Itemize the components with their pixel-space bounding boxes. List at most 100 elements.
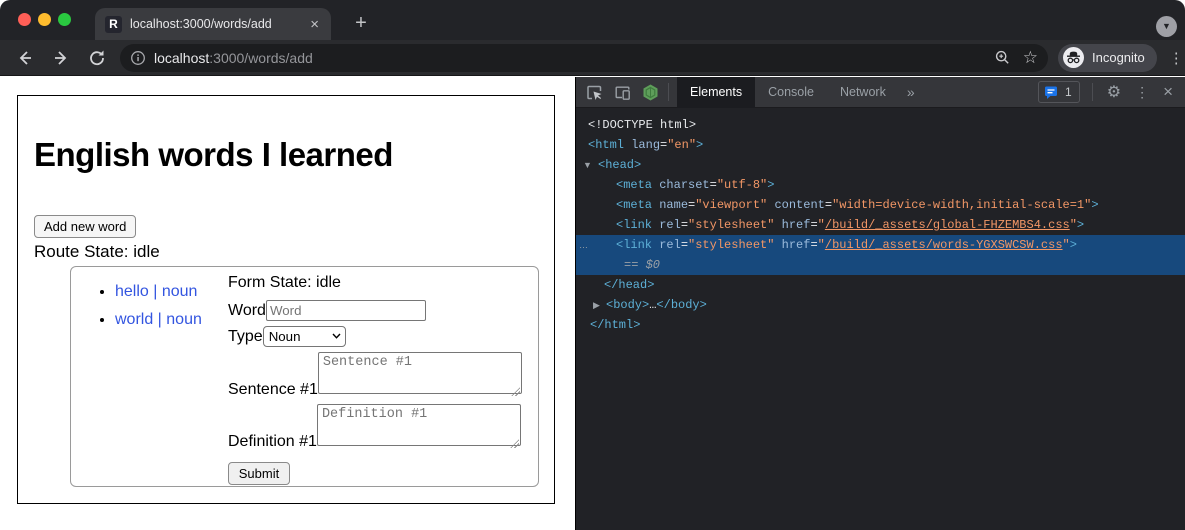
devtools-panel: Elements Console Network » 1 ⚙ ⋮ × <!DOC… xyxy=(575,77,1185,530)
toolbar-divider xyxy=(1092,83,1093,101)
definition-textarea[interactable] xyxy=(317,404,521,446)
chevron-down-icon[interactable]: ▼ xyxy=(1156,16,1177,37)
tab-network[interactable]: Network xyxy=(827,77,899,108)
new-tab-button[interactable]: + xyxy=(348,10,374,36)
code-line[interactable]: <link rel="stylesheet" href="/build/_ass… xyxy=(576,215,1185,235)
bookmark-star-icon[interactable]: ☆ xyxy=(1023,49,1038,66)
incognito-spy-icon xyxy=(1062,46,1085,69)
code-token: = xyxy=(681,218,688,232)
issues-count: 1 xyxy=(1065,85,1072,99)
code-token: <meta xyxy=(616,198,652,212)
address-bar[interactable]: localhost:3000/words/add ☆ xyxy=(120,44,1048,72)
code-token xyxy=(774,238,781,252)
device-toolbar-icon[interactable] xyxy=(613,83,632,102)
code-token: > xyxy=(1091,198,1098,212)
word-list-item: world | noun xyxy=(115,311,226,329)
word-list: hello | noun world | noun xyxy=(71,283,226,339)
resize-grip-icon[interactable] xyxy=(511,387,520,396)
browser-toolbar: localhost:3000/words/add ☆ Incognito ⋮ xyxy=(0,40,1185,76)
mac-zoom-button[interactable] xyxy=(58,13,71,26)
code-token: href xyxy=(782,238,811,252)
code-token: = xyxy=(810,218,817,232)
reload-icon[interactable] xyxy=(86,47,108,69)
code-line[interactable]: == $0 xyxy=(576,255,1185,275)
code-line[interactable]: <meta charset="utf-8"> xyxy=(576,175,1185,195)
issues-button[interactable]: 1 xyxy=(1038,81,1080,103)
tree-toggle-icon[interactable]: ▼ xyxy=(583,155,592,175)
sentence-textarea[interactable] xyxy=(318,352,522,394)
browser-menu-icon[interactable]: ⋮ xyxy=(1169,49,1184,67)
code-token: > xyxy=(1077,218,1084,232)
code-token: <html xyxy=(588,138,624,152)
issues-bubble-icon xyxy=(1043,84,1059,100)
add-word-form: Form State: idle Word Type Noun xyxy=(228,274,522,485)
devtools-close-icon[interactable]: × xyxy=(1163,82,1173,102)
node-options-icon[interactable]: … xyxy=(579,235,588,255)
word-list-ul: hello | noun world | noun xyxy=(71,283,226,329)
devtools-menu-icon[interactable]: ⋮ xyxy=(1135,84,1149,101)
browser-tab[interactable]: R localhost:3000/words/add × xyxy=(95,8,331,40)
code-token: <body> xyxy=(606,298,649,312)
zoom-icon[interactable] xyxy=(994,49,1011,66)
code-token: rel xyxy=(659,218,681,232)
type-select[interactable]: Noun xyxy=(263,326,346,347)
code-line[interactable]: ▼ <head> xyxy=(576,155,1185,175)
resize-grip-icon[interactable] xyxy=(510,439,519,448)
sentence-row: Sentence #1 xyxy=(228,352,522,399)
tree-toggle-icon[interactable]: ▶ xyxy=(593,295,600,315)
forward-icon[interactable] xyxy=(50,47,72,69)
code-line[interactable]: <html lang="en"> xyxy=(576,135,1185,155)
code-token: > xyxy=(1070,238,1077,252)
code-token: "stylesheet" xyxy=(688,238,774,252)
code-token: <link xyxy=(616,218,652,232)
type-label: Type xyxy=(228,328,263,346)
code-token: == $0 xyxy=(624,258,660,272)
remix-favicon-icon: R xyxy=(105,16,122,33)
code-line[interactable]: </html> xyxy=(576,315,1185,335)
mac-close-button[interactable] xyxy=(18,13,31,26)
code-line[interactable]: <meta name="viewport" content="width=dev… xyxy=(576,195,1185,215)
word-list-item: hello | noun xyxy=(115,283,226,301)
inspect-element-icon[interactable] xyxy=(585,83,604,102)
sentence-label: Sentence #1 xyxy=(228,381,318,399)
code-token: = xyxy=(681,238,688,252)
code-token: "width=device-width,initial-scale=1" xyxy=(832,198,1091,212)
tab-close-icon[interactable]: × xyxy=(308,16,321,33)
definition-label: Definition #1 xyxy=(228,433,317,451)
word-link[interactable]: hello | noun xyxy=(115,283,197,300)
node-hexagon-icon[interactable] xyxy=(641,83,660,102)
code-line[interactable]: …<link rel="stylesheet" href="/build/_as… xyxy=(576,235,1185,255)
code-token: href xyxy=(782,218,811,232)
site-info-icon[interactable] xyxy=(130,50,146,66)
settings-gear-icon[interactable]: ⚙ xyxy=(1107,82,1121,102)
code-token: <link xyxy=(616,238,652,252)
web-page: English words I learned Add new word Rou… xyxy=(0,77,575,530)
dom-tree: <!DOCTYPE html><html lang="en">▼ <head> <m… xyxy=(576,109,1185,530)
page-title: English words I learned xyxy=(34,136,393,174)
submit-button[interactable]: Submit xyxy=(228,462,290,485)
word-link[interactable]: world | noun xyxy=(115,311,202,328)
mac-minimize-button[interactable] xyxy=(38,13,51,26)
incognito-badge: Incognito xyxy=(1058,44,1157,72)
code-token: <head> xyxy=(598,158,641,172)
more-tabs-icon[interactable]: » xyxy=(899,84,923,100)
code-token: "stylesheet" xyxy=(688,218,774,232)
code-token: "utf-8" xyxy=(717,178,767,192)
code-token: /build/_assets/words-YGXSWCSW.css xyxy=(825,238,1063,252)
words-panel: hello | noun world | noun Form State: idl… xyxy=(70,266,539,487)
word-input[interactable] xyxy=(266,300,426,321)
code-line[interactable]: </head> xyxy=(576,275,1185,295)
url-text[interactable]: localhost:3000/words/add xyxy=(154,50,984,66)
code-token: > xyxy=(696,138,703,152)
code-token: > xyxy=(767,178,774,192)
tab-elements[interactable]: Elements xyxy=(677,77,755,108)
code-token: = xyxy=(825,198,832,212)
tab-console[interactable]: Console xyxy=(755,77,827,108)
code-line[interactable]: <!DOCTYPE html> xyxy=(576,115,1185,135)
add-new-word-button[interactable]: Add new word xyxy=(34,215,136,238)
back-icon[interactable] xyxy=(14,47,36,69)
code-line[interactable]: ▶<body>…</body> xyxy=(576,295,1185,315)
code-token: " xyxy=(818,218,825,232)
code-token: name xyxy=(659,198,688,212)
word-row: Word xyxy=(228,300,522,321)
